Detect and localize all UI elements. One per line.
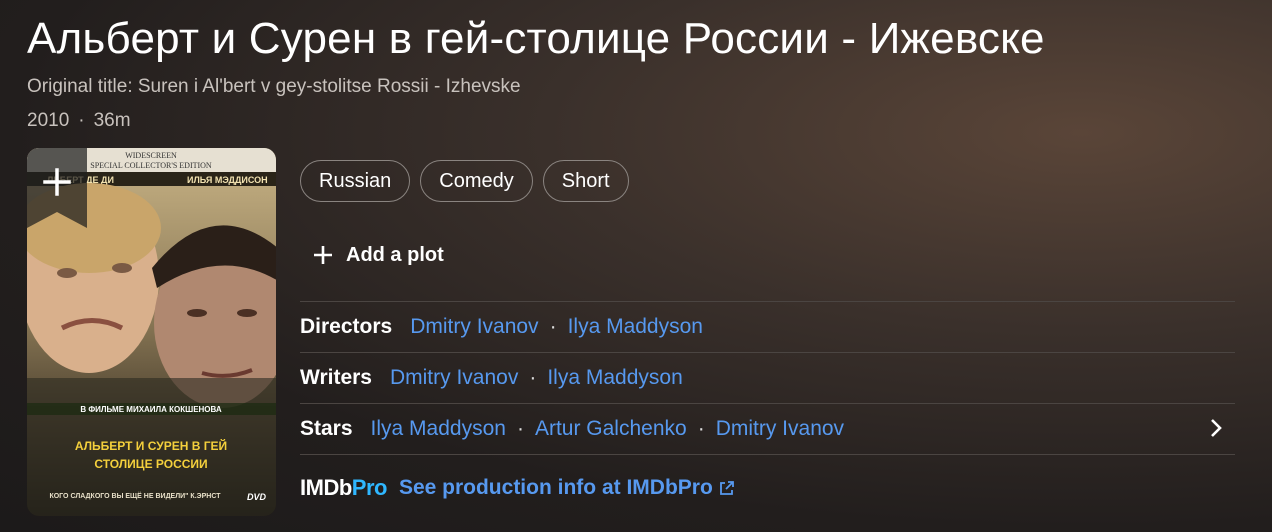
chip-genre-comedy[interactable]: Comedy — [420, 160, 533, 202]
poster-title-line1: АЛЬБЕРТ И СУРЕН В ГЕЙ — [75, 438, 227, 453]
poster-dvd-logo: DVD — [247, 492, 267, 502]
director-link[interactable]: Ilya Maddyson — [568, 315, 703, 339]
original-title: Original title: Suren i Al'bert v gey-st… — [27, 76, 521, 97]
title-meta: 2010 · 36m — [27, 110, 131, 132]
name-separator: · — [697, 417, 705, 440]
chip-genre-short[interactable]: Short — [542, 160, 629, 202]
poster-top-line1: WIDESCREEN — [125, 151, 177, 160]
name-separator: · — [516, 417, 524, 440]
poster-tagline: КОГО СЛАДКОГО ВЫ ЕЩЁ НЕ ВИДЕЛИ" К.ЭРНСТ — [49, 492, 221, 500]
director-link[interactable]: Dmitry Ivanov — [410, 315, 538, 339]
add-to-watchlist-ribbon[interactable] — [27, 148, 87, 228]
poster-image[interactable]: WIDESCREEN SPECIAL COLLECTOR'S EDITION Л… — [27, 148, 276, 516]
credits-bottom-divider — [300, 454, 1235, 455]
add-plot-label: Add a plot — [346, 243, 444, 266]
credit-row-stars[interactable]: Stars Ilya Maddyson · Artur Galchenko · … — [300, 403, 1235, 454]
star-link[interactable]: Ilya Maddyson — [371, 417, 506, 441]
poster-actor-right: ИЛЬЯ МЭДДИСОН — [187, 175, 268, 185]
poster-top-line2: SPECIAL COLLECTOR'S EDITION — [90, 161, 212, 170]
poster-title-line2: СТОЛИЦЕ РОССИИ — [94, 457, 207, 471]
imdbpro-link[interactable]: See production info at IMDbPro — [399, 476, 713, 500]
directors-label[interactable]: Directors — [300, 315, 392, 339]
imdbpro-banner[interactable]: IMDbPro See production info at IMDbPro — [300, 472, 735, 504]
credit-row-directors: Directors Dmitry Ivanov · Ilya Maddyson — [300, 301, 1235, 352]
page-title: Альберт и Сурен в гей-столице России - И… — [27, 14, 1045, 63]
runtime: 36m — [93, 110, 131, 131]
poster-film-by: В ФИЛЬМЕ МИХАИЛА КОКШЕНОВА — [80, 405, 222, 414]
star-link[interactable]: Dmitry Ivanov — [716, 417, 844, 441]
writer-link[interactable]: Ilya Maddyson — [547, 366, 682, 390]
imdbpro-logo: IMDbPro — [300, 475, 387, 501]
chevron-right-icon[interactable] — [1209, 417, 1223, 439]
credits-list: Directors Dmitry Ivanov · Ilya Maddyson … — [300, 301, 1235, 455]
external-link-icon — [719, 481, 734, 495]
stars-label[interactable]: Stars — [300, 417, 353, 441]
release-year[interactable]: 2010 — [27, 110, 69, 131]
imdbpro-logo-pro: Pro — [351, 475, 388, 500]
chip-language[interactable]: Russian — [300, 160, 411, 202]
star-link[interactable]: Artur Galchenko — [535, 417, 687, 441]
watchlist-ribbon-icon — [27, 148, 87, 228]
name-separator: · — [549, 315, 557, 338]
meta-separator: · — [78, 110, 85, 131]
name-separator: · — [529, 366, 537, 389]
imdbpro-logo-main: IMDb — [300, 475, 352, 500]
add-plot-button[interactable]: Add a plot — [312, 234, 444, 276]
genre-chips: Russian Comedy Short — [300, 160, 629, 202]
writer-link[interactable]: Dmitry Ivanov — [390, 366, 518, 390]
plus-icon — [314, 246, 332, 264]
writers-label[interactable]: Writers — [300, 366, 372, 390]
credit-row-writers: Writers Dmitry Ivanov · Ilya Maddyson — [300, 352, 1235, 403]
